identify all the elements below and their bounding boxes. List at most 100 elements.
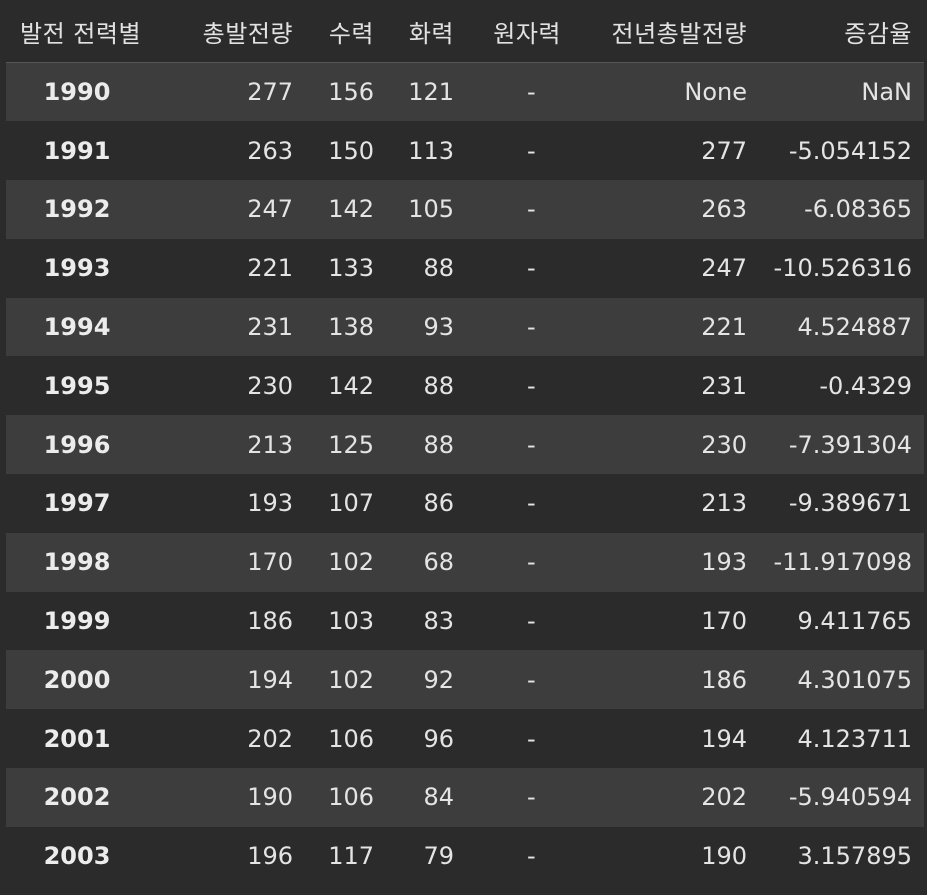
cell-prev-total: 186 xyxy=(701,665,747,694)
cell-rate: -7.391304 xyxy=(788,430,912,459)
row-index: 1991 xyxy=(43,136,111,165)
cell-hydro: 133 xyxy=(328,254,374,283)
cell-total: 170 xyxy=(247,548,293,577)
cell-prev-total: 202 xyxy=(701,783,747,812)
cell-nuclear: - xyxy=(466,239,573,298)
row-index: 1997 xyxy=(43,489,111,518)
cell-prev-total: 213 xyxy=(701,489,747,518)
cell-rate: -11.917098 xyxy=(773,548,912,577)
column-header-nuclear: 원자력 xyxy=(466,0,573,63)
cell-thermal: 68 xyxy=(423,548,454,577)
cell-nuclear: - xyxy=(466,121,573,180)
cell-total: 202 xyxy=(247,724,293,753)
table-row: 2002 190 106 84 - 202 -5.940594 xyxy=(6,768,924,827)
header-row: 발전 전력별 총발전량 수력 화력 원자력 전년총발전량 증감율 xyxy=(6,0,924,63)
table-row: 1999 186 103 83 - 170 9.411765 xyxy=(6,591,924,651)
cell-total: 263 xyxy=(247,136,293,165)
cell-prev-total: 231 xyxy=(701,371,747,400)
cell-rate: -6.08365 xyxy=(804,195,912,224)
cell-total: 194 xyxy=(247,665,293,694)
dataframe-output: 발전 전력별 총발전량 수력 화력 원자력 전년총발전량 증감율 1990 27… xyxy=(0,0,927,895)
cell-nuclear: - xyxy=(466,415,573,474)
cell-rate: -5.054152 xyxy=(788,136,912,165)
cell-hydro: 138 xyxy=(328,313,374,342)
cell-nuclear-value: - xyxy=(527,783,536,812)
column-header-rate: 증감율 xyxy=(759,0,924,63)
cell-thermal: 83 xyxy=(423,607,454,636)
cell-hydro: 106 xyxy=(328,724,374,753)
dataframe-table: 발전 전력별 총발전량 수력 화력 원자력 전년총발전량 증감율 1990 27… xyxy=(6,0,924,886)
table-row: 1995 230 142 88 - 231 -0.4329 xyxy=(6,356,924,416)
cell-nuclear-value: - xyxy=(527,430,536,459)
table-row: 1994 231 138 93 - 221 4.524887 xyxy=(6,297,924,357)
cell-nuclear-value: - xyxy=(527,489,536,518)
cell-prev-total: 194 xyxy=(701,724,747,753)
column-header-total: 총발전량 xyxy=(178,0,305,63)
cell-total: 277 xyxy=(247,78,293,107)
cell-total: 190 xyxy=(247,783,293,812)
row-index: 1995 xyxy=(43,371,111,400)
cell-rate: 9.411765 xyxy=(797,607,912,636)
cell-rate: -10.526316 xyxy=(773,254,912,283)
cell-rate: -9.389671 xyxy=(788,489,912,518)
cell-nuclear-value: - xyxy=(527,78,536,107)
cell-hydro: 102 xyxy=(328,665,374,694)
cell-total: 247 xyxy=(247,195,293,224)
row-index: 1994 xyxy=(43,313,111,342)
cell-rate: -5.940594 xyxy=(788,783,912,812)
cell-hydro: 142 xyxy=(328,195,374,224)
cell-thermal: 86 xyxy=(423,489,454,518)
cell-nuclear: - xyxy=(466,356,573,415)
cell-nuclear: - xyxy=(466,709,573,768)
column-header-thermal: 화력 xyxy=(386,0,466,63)
table-row: 1998 170 102 68 - 193 -11.917098 xyxy=(6,532,924,592)
cell-prev-total: 221 xyxy=(701,313,747,342)
cell-thermal: 121 xyxy=(408,78,454,107)
cell-thermal: 79 xyxy=(423,842,454,871)
cell-total: 231 xyxy=(247,313,293,342)
table-row: 1991 263 150 113 - 277 -5.054152 xyxy=(6,121,924,181)
cell-prev-total: 190 xyxy=(701,842,747,871)
cell-thermal: 88 xyxy=(423,430,454,459)
cell-hydro: 156 xyxy=(328,78,374,107)
cell-nuclear: - xyxy=(466,474,573,533)
column-header-prev-total: 전년총발전량 xyxy=(573,0,759,63)
cell-nuclear-value: - xyxy=(527,607,536,636)
cell-rate: 3.157895 xyxy=(797,842,912,871)
cell-total: 196 xyxy=(247,842,293,871)
cell-thermal: 113 xyxy=(408,136,454,165)
cell-rate: NaN xyxy=(861,78,912,107)
row-index: 1998 xyxy=(43,548,111,577)
cell-prev-total: 193 xyxy=(701,548,747,577)
row-index: 1996 xyxy=(43,430,111,459)
table-header: 발전 전력별 총발전량 수력 화력 원자력 전년총발전량 증감율 xyxy=(6,0,924,63)
row-index: 1999 xyxy=(43,607,111,636)
row-index: 2003 xyxy=(43,842,111,871)
cell-thermal: 105 xyxy=(408,195,454,224)
cell-nuclear: - xyxy=(466,827,573,886)
cell-nuclear-value: - xyxy=(527,842,536,871)
cell-rate: 4.123711 xyxy=(797,724,912,753)
row-index: 1990 xyxy=(43,78,111,107)
row-index: 2001 xyxy=(43,724,111,753)
cell-hydro: 102 xyxy=(328,548,374,577)
cell-rate: 4.301075 xyxy=(797,665,912,694)
cell-prev-total: None xyxy=(684,78,747,107)
row-index: 2000 xyxy=(43,665,111,694)
cell-total: 193 xyxy=(247,489,293,518)
cell-nuclear: - xyxy=(466,592,573,651)
cell-rate: 4.524887 xyxy=(797,313,912,342)
cell-nuclear-value: - xyxy=(527,136,536,165)
cell-thermal: 88 xyxy=(423,254,454,283)
cell-thermal: 88 xyxy=(423,371,454,400)
cell-prev-total: 247 xyxy=(701,254,747,283)
table-row: 1992 247 142 105 - 263 -6.08365 xyxy=(6,180,924,239)
cell-prev-total: 263 xyxy=(701,195,747,224)
cell-hydro: 142 xyxy=(328,371,374,400)
cell-nuclear: - xyxy=(466,533,573,592)
cell-total: 230 xyxy=(247,371,293,400)
cell-nuclear: - xyxy=(466,180,573,239)
cell-thermal: 96 xyxy=(423,724,454,753)
cell-nuclear-value: - xyxy=(527,195,536,224)
table-row: 2003 196 117 79 - 190 3.157895 xyxy=(6,826,924,886)
